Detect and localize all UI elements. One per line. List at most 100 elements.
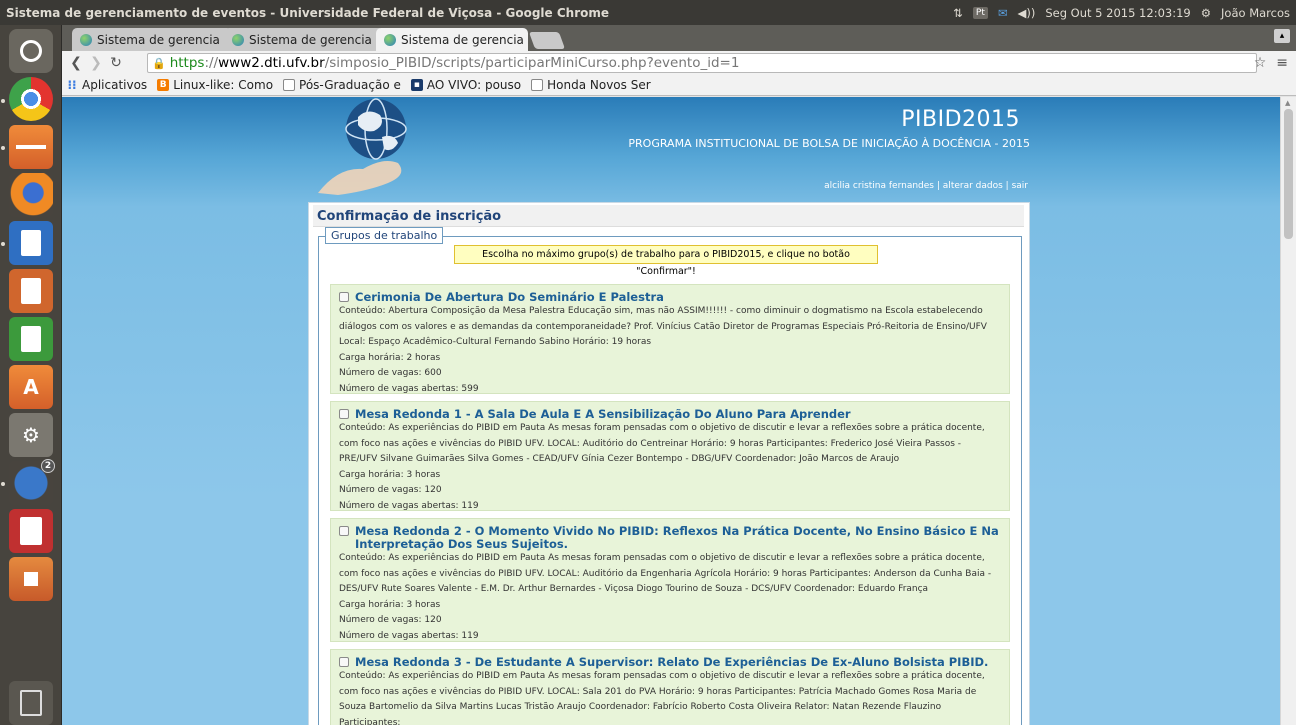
event-title: Mesa Redonda 1 - A Sala De Aula E A Sens…: [355, 407, 851, 421]
instruction-notice: Escolha no máximo grupo(s) de trabalho p…: [454, 245, 878, 277]
archive-icon[interactable]: [9, 557, 53, 601]
bookmark-apps[interactable]: ⁝⁝ Aplicativos: [66, 78, 147, 92]
event-details: Conteúdo: As experiências do PIBID em Pa…: [339, 421, 1001, 514]
tab-3-active[interactable]: Sistema de gerencia ×: [376, 28, 528, 51]
event-checkbox[interactable]: [339, 409, 349, 419]
tab-2[interactable]: Sistema de gerencia ×: [224, 28, 384, 51]
logged-user-name: alcilia cristina fernandes: [824, 181, 934, 191]
apps-grid-icon: ⁝⁝: [67, 78, 77, 92]
scrollbar-thumb[interactable]: [1284, 109, 1293, 239]
event-card: Mesa Redonda 3 - De Estudante A Supervis…: [330, 649, 1010, 725]
event-title: Mesa Redonda 2 - O Momento Vivido No PIB…: [355, 524, 999, 551]
event-detail-line: Número de vagas abertas: 119: [339, 630, 479, 641]
globe-hand-logo: [318, 98, 407, 195]
mail-icon[interactable]: ✉: [998, 6, 1008, 20]
news-icon: ▪: [410, 79, 423, 91]
forward-icon[interactable]: ❯: [86, 55, 106, 71]
network-icon[interactable]: ⇅: [953, 6, 963, 20]
firefox-icon[interactable]: [9, 173, 53, 217]
writer-icon[interactable]: [9, 221, 53, 265]
logout-link[interactable]: sair: [1012, 181, 1028, 191]
indicator-area: ⇅ Pt ✉ ◀)) Seg Out 5 2015 12:03:19 ⚙ Joã…: [953, 6, 1290, 20]
clock[interactable]: Seg Out 5 2015 12:03:19: [1045, 6, 1190, 20]
bookmark-label: Honda Novos Ser: [547, 78, 651, 92]
url-host: www2.dti.ufv.br: [218, 55, 325, 71]
document-viewer-icon[interactable]: [9, 509, 53, 553]
bookmark-star-icon[interactable]: ☆: [1254, 55, 1267, 71]
session-icon[interactable]: ⚙: [1201, 6, 1211, 20]
thunderbird-icon[interactable]: 2: [9, 459, 55, 505]
volume-icon[interactable]: ◀)): [1018, 6, 1036, 20]
favicon-icon: [384, 33, 396, 46]
tab-label: Sistema de gerencia: [401, 32, 524, 47]
launcher: A ⚙ 2: [0, 25, 62, 725]
bookmark-item[interactable]: ▪ AO VIVO: pouso: [410, 78, 522, 92]
favicon-icon: [80, 33, 92, 46]
event-detail-line: Conteúdo: Abertura Composição da Mesa Pa…: [339, 306, 983, 316]
event-detail-line: Número de vagas: 120: [339, 615, 442, 625]
event-detail-line: Número de vagas abertas: 119: [339, 500, 479, 511]
event-detail-line: Souza Bartomelio da Silva Martins Lucas …: [339, 702, 942, 712]
bookmark-item[interactable]: Honda Novos Ser: [531, 78, 651, 92]
menu-icon[interactable]: ≡: [1276, 55, 1288, 71]
address-bar[interactable]: 🔒 https://www2.dti.ufv.br/simposio_PIBID…: [147, 53, 1257, 73]
dash-icon[interactable]: [9, 29, 53, 73]
new-tab-button[interactable]: [528, 32, 566, 49]
event-detail-line: Carga horária: 3 horas: [339, 599, 441, 610]
bookmark-item[interactable]: Pós-Graduação e: [283, 78, 401, 92]
event-detail-line: diálogos com os valores e as demandas da…: [339, 321, 987, 332]
event-detail-line: com foco nas ações e vivências do PIBID …: [339, 686, 977, 697]
event-detail-line: com foco nas ações e vivências do PIBID …: [339, 438, 962, 449]
chrome-icon[interactable]: [9, 77, 53, 121]
bookmark-label: Aplicativos: [82, 78, 148, 92]
tab-strip: Sistema de gerencia × Sistema de gerenci…: [62, 25, 1296, 51]
event-detail-line: DES/UFV Rute Soares Valente - E.M. Dr. A…: [339, 584, 929, 594]
tab-1[interactable]: Sistema de gerencia ×: [72, 28, 232, 51]
event-detail-line: Número de vagas abertas: 599: [339, 383, 479, 394]
files-icon[interactable]: [9, 125, 53, 169]
top-panel: Sistema de gerenciamento de eventos - Un…: [0, 0, 1296, 25]
url-separator: ://: [204, 55, 219, 71]
event-title: Cerimonia De Abertura Do Seminário E Pal…: [355, 290, 664, 304]
scroll-up-icon[interactable]: ▲: [1285, 99, 1290, 107]
fieldset-legend: Grupos de trabalho: [325, 227, 444, 244]
settings-icon[interactable]: ⚙: [9, 413, 53, 457]
page-scrollbar[interactable]: ▲: [1280, 97, 1296, 725]
page-icon: [283, 79, 296, 91]
page-viewport: PIBID2015 PROGRAMA INSTITUCIONAL DE BOLS…: [62, 97, 1280, 725]
edit-profile-link[interactable]: alterar dados: [943, 181, 1003, 191]
calc-icon[interactable]: [9, 317, 53, 361]
separator: |: [936, 181, 940, 191]
tab-label: Sistema de gerencia: [249, 32, 372, 47]
lock-icon: 🔒: [152, 56, 166, 70]
reload-icon[interactable]: ↻: [106, 55, 126, 71]
event-details: Conteúdo: As experiências do PIBID em Pa…: [339, 551, 1001, 644]
event-detail-line: Participantes:: [339, 717, 401, 725]
keyboard-layout-icon[interactable]: Pt: [972, 6, 988, 19]
profile-icon[interactable]: ▴: [1274, 29, 1290, 43]
bookmark-label: Pós-Graduação e: [299, 78, 401, 92]
close-tab-icon[interactable]: ×: [524, 33, 528, 46]
impress-icon[interactable]: [9, 269, 53, 313]
event-card: Mesa Redonda 2 - O Momento Vivido No PIB…: [330, 518, 1010, 642]
event-checkbox[interactable]: [339, 292, 349, 302]
browser-window: Sistema de gerencia × Sistema de gerenci…: [62, 25, 1296, 725]
back-icon[interactable]: ❮: [66, 55, 86, 71]
trash-icon[interactable]: [9, 681, 53, 725]
bookmark-label: Linux-like: Como: [173, 78, 274, 92]
user-name[interactable]: João Marcos: [1221, 6, 1290, 20]
event-detail-line: com foco nas ações e vivências do PIBID …: [339, 568, 992, 579]
software-center-icon[interactable]: A: [9, 365, 53, 409]
event-checkbox[interactable]: [339, 657, 349, 667]
event-card: Mesa Redonda 1 - A Sala De Aula E A Sens…: [330, 401, 1010, 511]
favicon-icon: [232, 33, 244, 46]
event-checkbox[interactable]: [339, 526, 349, 536]
event-detail-line: Carga horária: 3 horas: [339, 469, 441, 480]
bookmark-label: AO VIVO: pouso: [426, 78, 522, 92]
event-detail-line: PRE/UFV Silvane Guimarães Silva Gomes - …: [339, 454, 900, 464]
site-header: PIBID2015 PROGRAMA INSTITUCIONAL DE BOLS…: [308, 97, 1030, 201]
url-scheme: https: [169, 55, 205, 71]
window-title: Sistema de gerenciamento de eventos - Un…: [6, 5, 610, 20]
site-subtitle: PROGRAMA INSTITUCIONAL DE BOLSA DE INICI…: [628, 137, 1030, 150]
bookmark-item[interactable]: B Linux-like: Como: [157, 78, 273, 92]
